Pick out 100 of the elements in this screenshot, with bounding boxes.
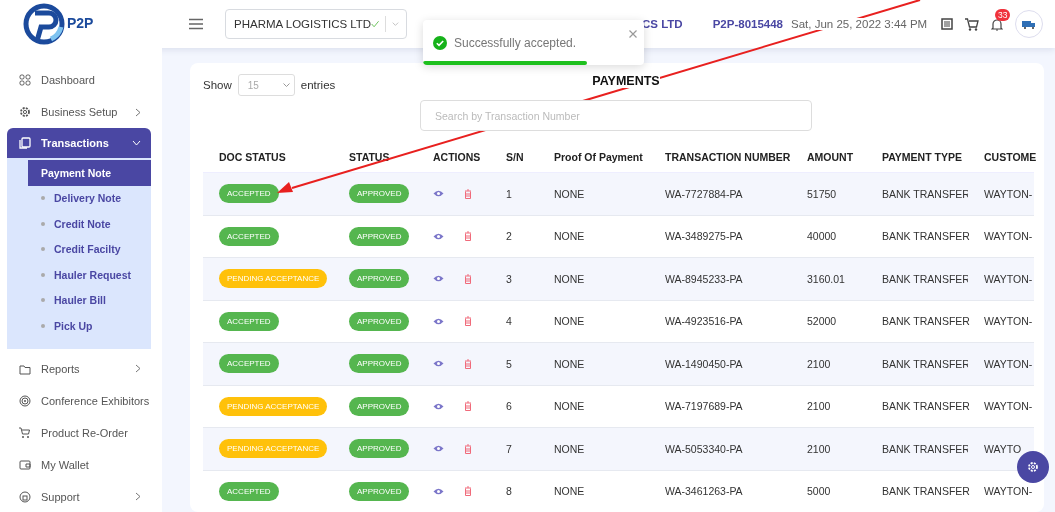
nav-item[interactable]: My Wallet: [7, 448, 151, 481]
trash-icon[interactable]: [464, 486, 472, 497]
doc-status-badge: PENDING ACCEPTANCE: [219, 439, 328, 459]
nav-item[interactable]: Support: [7, 480, 151, 512]
table-cell: NONE: [538, 470, 649, 512]
table-cell: WAYTON-: [968, 173, 1034, 216]
doc-status-badge: PENDING ACCEPTANCE: [219, 396, 328, 416]
cart-icon: [19, 426, 31, 439]
eye-icon[interactable]: [433, 360, 444, 368]
eye-icon[interactable]: [433, 232, 444, 240]
check-icon: [371, 19, 380, 29]
show-label: Show: [203, 79, 232, 91]
nav-item[interactable]: Business Setup: [7, 96, 151, 128]
submenu-item[interactable]: Credit Facilty: [7, 236, 151, 262]
table-cell: 3: [490, 258, 538, 301]
dashboard-icon: [19, 74, 31, 86]
table-cell: BANK TRANSFER: [866, 428, 968, 471]
trash-icon[interactable]: [464, 401, 472, 412]
logo-text: P2P: [67, 15, 94, 31]
status-badge: APPROVED: [349, 269, 410, 289]
table-cell: BANK TRANSFER: [866, 258, 968, 301]
doc-status-badge: ACCEPTED: [219, 481, 279, 501]
doc-status-badge: PENDING ACCEPTANCE: [219, 269, 328, 289]
table-cell: 5: [490, 343, 538, 386]
menu-icon[interactable]: [189, 18, 203, 30]
table-cell: 8: [490, 470, 538, 512]
table-cell: NONE: [538, 343, 649, 386]
doc-status-badge: ACCEPTED: [219, 184, 279, 204]
nav-item[interactable]: Transactions: [7, 128, 151, 158]
table-cell: WA-7727884-PA: [649, 173, 791, 216]
table-cell: 7: [490, 428, 538, 471]
eye-icon[interactable]: [433, 275, 444, 283]
entries-label: entries: [300, 79, 336, 91]
wallet-icon: [19, 458, 31, 471]
status-badge: APPROVED: [349, 226, 410, 246]
table-cell: NONE: [538, 173, 649, 216]
nav-item[interactable]: Product Re-Order: [7, 416, 151, 449]
table-cell: BANK TRANSFER: [866, 173, 968, 216]
table-cell: BANK TRANSFER: [866, 343, 968, 386]
trash-icon[interactable]: [464, 188, 472, 199]
search-field[interactable]: Search by Transaction Number: [420, 100, 812, 131]
copy-icon: [19, 137, 31, 149]
doc-status-badge: ACCEPTED: [219, 311, 279, 331]
table-cell: 51750: [791, 173, 866, 216]
gear-icon: [19, 106, 31, 118]
truck-icon: [1022, 19, 1036, 29]
notification-badge: 33: [995, 8, 1011, 21]
eye-icon[interactable]: [433, 317, 444, 325]
status-badge: APPROVED: [349, 311, 410, 331]
trash-icon[interactable]: [464, 273, 472, 284]
logo-icon: [23, 3, 65, 45]
submenu-item[interactable]: Hauler Bill: [7, 287, 151, 313]
submenu-item[interactable]: Delivery Note: [7, 185, 151, 211]
trash-icon[interactable]: [464, 358, 472, 369]
check-circle-icon: [433, 36, 447, 50]
submenu-item[interactable]: Pick Up: [7, 313, 151, 339]
chevron-down-icon: [282, 82, 290, 88]
status-badge: APPROVED: [349, 439, 410, 459]
table-cell: WA-1490450-PA: [649, 343, 791, 386]
eye-icon[interactable]: [433, 445, 444, 453]
nav-item[interactable]: Dashboard: [7, 64, 151, 96]
status-badge: APPROVED: [349, 396, 410, 416]
submenu-item[interactable]: Hauler Request: [7, 262, 151, 288]
status-badge: APPROVED: [349, 354, 410, 374]
list-icon[interactable]: [941, 18, 953, 30]
nav-item[interactable]: Reports: [7, 352, 151, 385]
status-badge: APPROVED: [349, 481, 410, 501]
account-id: P2P-8015448: [712, 18, 783, 30]
table-cell: BANK TRANSFER: [866, 470, 968, 512]
eye-icon[interactable]: [433, 190, 444, 198]
close-icon[interactable]: [629, 30, 637, 38]
trash-icon[interactable]: [464, 316, 472, 327]
company-select[interactable]: PHARMA LOGISTICS LTD: [225, 9, 407, 39]
table-cell: WAYTON-: [968, 258, 1034, 301]
trash-icon[interactable]: [464, 443, 472, 454]
submenu-item[interactable]: Payment Note: [28, 160, 151, 186]
target-icon: [19, 394, 31, 407]
eye-icon[interactable]: [433, 487, 444, 495]
toast-message: Successfully accepted.: [454, 36, 577, 50]
folder-icon: [19, 362, 31, 375]
eye-icon[interactable]: [433, 402, 444, 410]
bell-icon[interactable]: [991, 17, 1003, 31]
table-cell: 5000: [791, 470, 866, 512]
table-cell: 2100: [791, 428, 866, 471]
submenu-item[interactable]: Credit Note: [7, 211, 151, 237]
date-time: Sat, Jun 25, 2022 3:44 PM: [791, 18, 928, 30]
table-cell: WA-8945233-PA: [649, 258, 791, 301]
chevron-down-icon: [392, 21, 399, 27]
table-cell: WA-5053340-PA: [649, 428, 791, 471]
table-cell: 3160.01: [791, 258, 866, 301]
doc-status-badge: ACCEPTED: [219, 226, 279, 246]
cart-icon[interactable]: [965, 17, 979, 31]
nav-item[interactable]: Conference Exhibitors: [7, 384, 151, 417]
table-cell: WA-3461263-PA: [649, 470, 791, 512]
trash-icon[interactable]: [464, 231, 472, 242]
settings-icon: [1027, 461, 1039, 473]
table-cell: 1: [490, 173, 538, 216]
table-title: PAYMENTS: [592, 74, 660, 88]
table-cell: 2100: [791, 343, 866, 386]
doc-status-badge: ACCEPTED: [219, 354, 279, 374]
